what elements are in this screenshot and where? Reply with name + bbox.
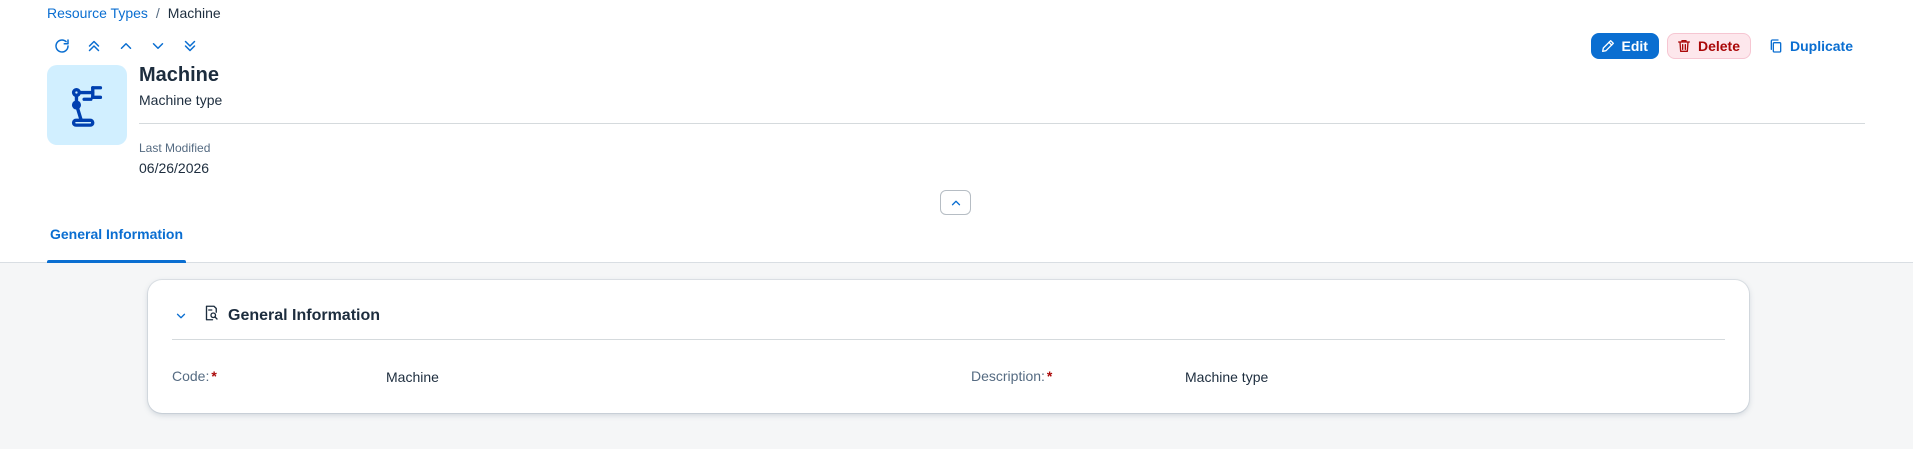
trash-icon — [1677, 40, 1690, 52]
general-information-section: General Information Code: * Machine Descr… — [148, 280, 1749, 413]
object-subtitle: Machine type — [139, 92, 223, 108]
section-title: General Information — [228, 306, 381, 324]
document-search-icon — [202, 304, 220, 327]
chevron-up-icon — [120, 43, 132, 49]
section-collapse-toggle[interactable] — [172, 307, 190, 325]
chevron-down-icon — [176, 313, 186, 318]
double-chevron-up-icon — [88, 40, 100, 52]
header-divider — [139, 123, 1865, 124]
breadcrumb: Resource Types / Machine — [47, 4, 221, 22]
code-field-value: Machine — [386, 369, 439, 385]
edit-button[interactable]: Edit — [1590, 33, 1659, 59]
object-page-header: Resource Types / Machine Edit Delete Dup… — [0, 0, 1913, 263]
double-chevron-down-icon — [184, 40, 196, 52]
code-field-label: Code: * — [172, 368, 217, 384]
delete-button-label: Delete — [1697, 38, 1740, 54]
breadcrumb-separator: / — [155, 5, 160, 21]
delete-button[interactable]: Delete — [1666, 33, 1751, 59]
breadcrumb-link-resource-types[interactable]: Resource Types — [47, 5, 148, 21]
tab-selected-indicator — [47, 260, 187, 263]
object-avatar — [47, 65, 127, 145]
code-label-text: Code: — [172, 368, 210, 384]
first-record-button[interactable] — [82, 34, 106, 58]
last-record-button[interactable] — [178, 34, 202, 58]
object-title: Machine — [139, 64, 220, 86]
code-required-mark: * — [211, 368, 217, 384]
edit-button-label: Edit — [1621, 38, 1648, 54]
description-field-value: Machine type — [1185, 369, 1269, 385]
record-navigation — [50, 34, 202, 58]
tab-general-information[interactable]: General Information — [47, 226, 187, 263]
pencil-icon — [1601, 40, 1614, 52]
copy-icon — [1770, 39, 1782, 53]
last-modified-label: Last Modified — [139, 141, 211, 155]
duplicate-button[interactable]: Duplicate — [1759, 33, 1864, 59]
section-divider — [172, 339, 1725, 340]
robot-arm-icon — [71, 86, 103, 127]
description-field-label: Description: * — [971, 368, 1052, 384]
description-label-text: Description: — [971, 368, 1045, 384]
breadcrumb-current: Machine — [167, 5, 221, 21]
collapse-header-button[interactable] — [940, 190, 971, 215]
duplicate-button-label: Duplicate — [1789, 38, 1853, 54]
next-record-button[interactable] — [146, 34, 170, 58]
previous-record-button[interactable] — [114, 34, 138, 58]
chevron-down-icon — [152, 43, 164, 49]
last-modified-value: 06/26/2026 — [139, 160, 210, 176]
tab-label: General Information — [50, 226, 184, 242]
section-header: General Information — [172, 304, 380, 327]
description-required-mark: * — [1046, 368, 1053, 384]
header-actions: Edit Delete Duplicate — [1590, 33, 1865, 59]
refresh-icon — [55, 39, 69, 53]
refresh-button[interactable] — [50, 34, 74, 58]
chevron-up-icon — [951, 200, 960, 205]
